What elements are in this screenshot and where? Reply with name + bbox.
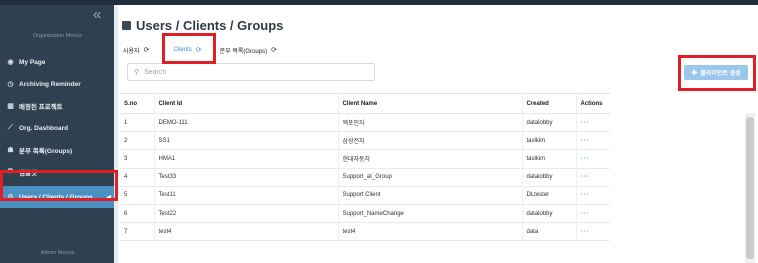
- search-icon: ⚲: [134, 69, 140, 76]
- sidebar-item-archiving-reminder[interactable]: ◷ Archiving Reminder: [0, 73, 115, 95]
- table-header-row: S.no Client Id Client Name Created Actio…: [120, 93, 610, 114]
- cell-client-name: test4: [337, 222, 522, 242]
- cell-client-name: Support_NameChange: [337, 204, 522, 224]
- cell-client-name: Support_at_Group: [337, 168, 522, 187]
- cell-client-name: 삼성전자: [337, 131, 522, 151]
- cell-sno: 4: [120, 168, 154, 187]
- grid-icon: ▦: [7, 103, 14, 110]
- sidebar-item-my-page[interactable]: ◉ My Page: [0, 51, 115, 73]
- sidebar-item-label: 배정된 프로젝트: [19, 104, 63, 111]
- cell-sno: 7: [120, 222, 154, 242]
- cell-client-id: SS1: [153, 131, 338, 151]
- tab-users[interactable]: 사용자 ⟳: [123, 46, 149, 55]
- sidebar-item-label: My Page: [19, 58, 46, 66]
- sidebar-item-label: 분부 목록(Groups): [19, 148, 73, 155]
- sidebar-item-groups[interactable]: ☗ 분부 목록(Groups): [0, 139, 115, 161]
- sidebar-item-label: Archiving Reminder: [19, 80, 81, 88]
- cell-client-name: 엑포인자: [337, 113, 522, 133]
- sidebar: « Organization Menus ◉ My Page ◷ Archivi…: [0, 5, 115, 263]
- org-menus-label: Organization Menus: [32, 33, 83, 39]
- cell-client-id: test4: [153, 222, 338, 242]
- cell-client-id: DEMO-111: [153, 113, 338, 133]
- column-header-sno[interactable]: S.no: [120, 93, 154, 114]
- admin-menus-label: Admin Menus: [40, 250, 75, 256]
- table-row[interactable]: 3 HMA1 현대자동차 taslkim ···: [120, 149, 610, 169]
- table-row[interactable]: 4 Test33 Support_at_Group datalobby ···: [120, 168, 610, 187]
- double-chevron-left-icon[interactable]: «: [93, 7, 101, 22]
- cell-client-name: 현대자동차: [337, 149, 522, 169]
- row-actions-button[interactable]: ···: [575, 222, 610, 242]
- cell-created: DLtester: [521, 186, 576, 205]
- column-header-client-name[interactable]: Client Name: [337, 93, 522, 114]
- cell-created: datalobby: [521, 204, 576, 224]
- search-box: ⚲: [127, 63, 375, 81]
- cell-client-id: Test33: [153, 168, 338, 187]
- highlight-box-create-button: [678, 55, 756, 91]
- table-row[interactable]: 2 SS1 삼성전자 taslkim ···: [120, 131, 610, 151]
- table-row[interactable]: 1 DEMO-111 엑포인자 datalobby ···: [120, 113, 610, 133]
- row-actions-button[interactable]: ···: [575, 168, 610, 187]
- vertical-scrollbar[interactable]: [745, 113, 755, 263]
- cell-sno: 2: [120, 131, 154, 151]
- scrollbar-thumb[interactable]: [746, 117, 754, 259]
- refresh-icon[interactable]: ⟳: [144, 46, 150, 54]
- highlight-box-clients-tab: [162, 33, 216, 64]
- clients-table: S.no Client Id Client Name Created Actio…: [120, 93, 610, 242]
- refresh-icon[interactable]: ⟳: [271, 46, 277, 54]
- cell-sno: 6: [120, 204, 154, 224]
- tab-label: 분부 목록(Groups): [219, 48, 268, 55]
- column-header-client-id[interactable]: Client Id: [153, 93, 338, 114]
- cell-created: datalobby: [521, 168, 576, 187]
- highlight-box-sidebar-item: [0, 170, 118, 201]
- chart-icon: ⟋: [8, 124, 13, 131]
- page-title: Users / Clients / Groups: [122, 18, 283, 33]
- column-header-created[interactable]: Created: [521, 93, 576, 114]
- cell-client-id: HMA1: [153, 149, 338, 169]
- cell-client-id: Test22: [153, 204, 338, 224]
- column-header-actions: Actions: [575, 93, 610, 114]
- tab-label: 사용자: [123, 48, 140, 55]
- cell-created: data: [521, 222, 576, 242]
- cell-sno: 5: [120, 186, 154, 205]
- table-row[interactable]: 5 Test11 Support Client DLtester ···: [120, 186, 610, 205]
- user-circle-icon: ◉: [7, 59, 14, 66]
- cell-created: taslkim: [521, 131, 576, 151]
- users-icon: ☗: [7, 147, 14, 154]
- row-actions-button[interactable]: ···: [575, 131, 610, 151]
- cell-client-id: Test11: [153, 186, 338, 205]
- page-title-text: Users / Clients / Groups: [136, 18, 284, 33]
- cell-created: taslkim: [521, 149, 576, 169]
- cell-client-name: Support Client: [337, 186, 522, 205]
- row-actions-button[interactable]: ···: [575, 186, 610, 205]
- search-input[interactable]: [144, 68, 365, 76]
- cell-created: datalobby: [521, 113, 576, 133]
- cell-sno: 1: [120, 113, 154, 133]
- cell-sno: 3: [120, 149, 154, 169]
- row-actions-button[interactable]: ···: [575, 149, 610, 169]
- tab-groups[interactable]: 분부 목록(Groups) ⟳: [220, 46, 277, 55]
- box-icon: [122, 21, 131, 30]
- row-actions-button[interactable]: ···: [575, 204, 610, 224]
- clock-icon: ◷: [7, 81, 14, 88]
- sidebar-item-label: Org. Dashboard: [19, 124, 69, 132]
- row-actions-button[interactable]: ···: [575, 113, 610, 133]
- sidebar-item-org-dashboard[interactable]: ⟋ Org. Dashboard: [0, 117, 115, 139]
- sidebar-item-assigned-projects[interactable]: ▦ 배정된 프로젝트: [0, 95, 115, 117]
- table-row[interactable]: 7 test4 test4 data ···: [120, 222, 610, 242]
- table-row[interactable]: 6 Test22 Support_NameChange datalobby ··…: [120, 204, 610, 224]
